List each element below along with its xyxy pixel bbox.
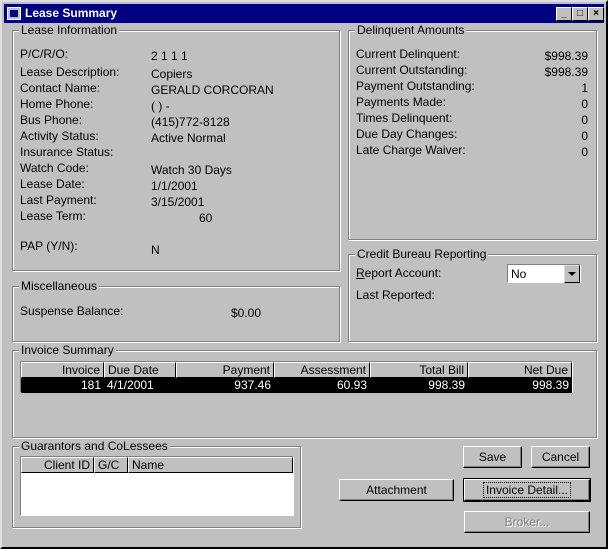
save-button[interactable]: Save [463, 446, 522, 468]
due-day-changes-value: 0 [581, 129, 588, 143]
last-reported-label: Last Reported: [356, 288, 435, 302]
column-header-invoice[interactable]: Invoice [21, 362, 104, 378]
maximize-icon: □ [576, 8, 584, 19]
maximize-button[interactable]: □ [572, 7, 588, 21]
broker-button[interactable]: Broker... [464, 511, 590, 533]
chevron-down-icon[interactable] [564, 265, 580, 283]
delinquent-amounts-title: Delinquent Amounts [355, 23, 467, 37]
lease-term-value: 60 [199, 211, 213, 225]
pcro-label: P/C/R/O: [20, 47, 69, 61]
miscellaneous-title: Miscellaneous [19, 279, 100, 293]
activity-status-label: Activity Status: [20, 129, 99, 143]
column-header-gc[interactable]: G/C [94, 457, 128, 473]
payments-made-value: 0 [581, 97, 588, 111]
attachment-button[interactable]: Attachment [339, 479, 454, 501]
lease-term-label: Lease Term: [20, 209, 86, 223]
broker-button-label: Broker... [504, 515, 550, 529]
watch-code-value: Watch 30 Days [151, 163, 232, 177]
guarantors-grid[interactable]: Client ID G/C Name [20, 456, 294, 516]
bus-phone-value: (415)772-8128 [151, 115, 230, 129]
late-charge-waiver-label: Late Charge Waiver: [356, 143, 466, 157]
suspense-balance-label: Suspense Balance: [20, 304, 124, 318]
invoice-summary-title: Invoice Summary [19, 343, 116, 357]
report-account-label-text: eport Account: [364, 266, 442, 280]
contact-name-label: Contact Name: [20, 81, 101, 95]
payments-made-label: Payments Made: [356, 95, 447, 109]
insurance-status-label: Insurance Status: [20, 145, 114, 159]
invoice-summary-group: Invoice Summary Invoice Due Date Payment… [12, 343, 597, 438]
last-payment-label: Last Payment: [20, 193, 97, 207]
column-header-client-id[interactable]: Client ID [21, 457, 94, 473]
pap-label: PAP (Y/N): [20, 239, 78, 253]
cancel-button-label: Cancel [541, 450, 580, 464]
contact-name-value: GERALD CORCORAN [151, 83, 274, 97]
column-header-payment[interactable]: Payment [176, 362, 274, 378]
close-icon: × [593, 8, 599, 19]
home-phone-label: Home Phone: [20, 97, 94, 111]
close-button[interactable]: × [588, 7, 604, 21]
times-delinquent-label: Times Delinquent: [356, 111, 453, 125]
home-phone-value: ( ) - [151, 99, 170, 113]
lease-information-title: Lease Information [19, 23, 120, 37]
current-outstanding-label: Current Outstanding: [356, 63, 468, 77]
table-row-cell-net-due[interactable]: 998.39 [468, 378, 572, 393]
table-row-cell-total-bill[interactable]: 998.39 [370, 378, 468, 393]
current-outstanding-value: $998.39 [544, 65, 588, 79]
credit-bureau-group: Credit Bureau Reporting Report Account: … [348, 247, 597, 342]
late-charge-waiver-value: 0 [581, 145, 588, 159]
lease-summary-window: Lease Summary _ □ × Lease Information P/… [0, 0, 608, 549]
last-payment-value: 3/15/2001 [151, 195, 205, 209]
attachment-button-label: Attachment [366, 483, 427, 497]
miscellaneous-group: Miscellaneous Suspense Balance: $0.00 [12, 279, 340, 342]
minimize-button[interactable]: _ [556, 7, 572, 21]
window-title: Lease Summary [25, 6, 118, 20]
invoice-detail-button[interactable]: Invoice Detail... [463, 478, 591, 502]
app-icon[interactable] [7, 7, 21, 20]
minimize-icon: _ [561, 8, 567, 19]
report-account-select[interactable]: No [507, 264, 581, 283]
payment-outstanding-value: 1 [581, 81, 588, 95]
column-header-net-due[interactable]: Net Due [468, 362, 572, 378]
payment-outstanding-label: Payment Outstanding: [356, 79, 475, 93]
activity-status-value: Active Normal [151, 131, 226, 145]
lease-date-value: 1/1/2001 [151, 179, 198, 193]
table-row-cell-due-date[interactable]: 4/1/2001 [104, 378, 176, 393]
table-row-cell-payment[interactable]: 937.46 [176, 378, 274, 393]
invoice-grid[interactable]: Invoice Due Date Payment Assessment Tota… [20, 361, 573, 393]
pap-value: N [151, 243, 160, 257]
lease-date-label: Lease Date: [20, 177, 85, 191]
lease-information-group: Lease Information P/C/R/O: 2 1 1 1 Lease… [12, 23, 340, 271]
current-delinquent-label: Current Delinquent: [356, 47, 461, 61]
column-header-name[interactable]: Name [128, 457, 293, 473]
column-header-assessment[interactable]: Assessment [274, 362, 370, 378]
delinquent-amounts-group: Delinquent Amounts Current Delinquent: $… [348, 23, 597, 240]
table-row-cell-invoice[interactable]: 181 [21, 378, 104, 393]
current-delinquent-value: $998.39 [544, 49, 588, 63]
table-row-cell-assessment[interactable]: 60.93 [274, 378, 370, 393]
title-bar[interactable]: Lease Summary _ □ × [4, 4, 604, 23]
times-delinquent-value: 0 [581, 113, 588, 127]
lease-description-label: Lease Description: [20, 65, 120, 79]
pcro-value: 2 1 1 1 [151, 49, 188, 63]
invoice-detail-button-label: Invoice Detail... [482, 482, 572, 498]
report-account-label: Report Account: [356, 266, 442, 280]
guarantors-group: Guarantors and CoLessees Client ID G/C N… [12, 439, 301, 528]
column-header-total-bill[interactable]: Total Bill [370, 362, 468, 378]
lease-description-value: Copiers [151, 67, 193, 81]
credit-bureau-title: Credit Bureau Reporting [355, 247, 489, 261]
save-button-label: Save [478, 450, 507, 464]
cancel-button[interactable]: Cancel [531, 446, 590, 468]
due-day-changes-label: Due Day Changes: [356, 127, 458, 141]
column-header-due-date[interactable]: Due Date [104, 362, 176, 378]
suspense-balance-value: $0.00 [231, 306, 262, 320]
bus-phone-label: Bus Phone: [20, 113, 83, 127]
watch-code-label: Watch Code: [20, 161, 89, 175]
guarantors-title: Guarantors and CoLessees [19, 439, 170, 453]
report-account-value: No [511, 267, 527, 281]
